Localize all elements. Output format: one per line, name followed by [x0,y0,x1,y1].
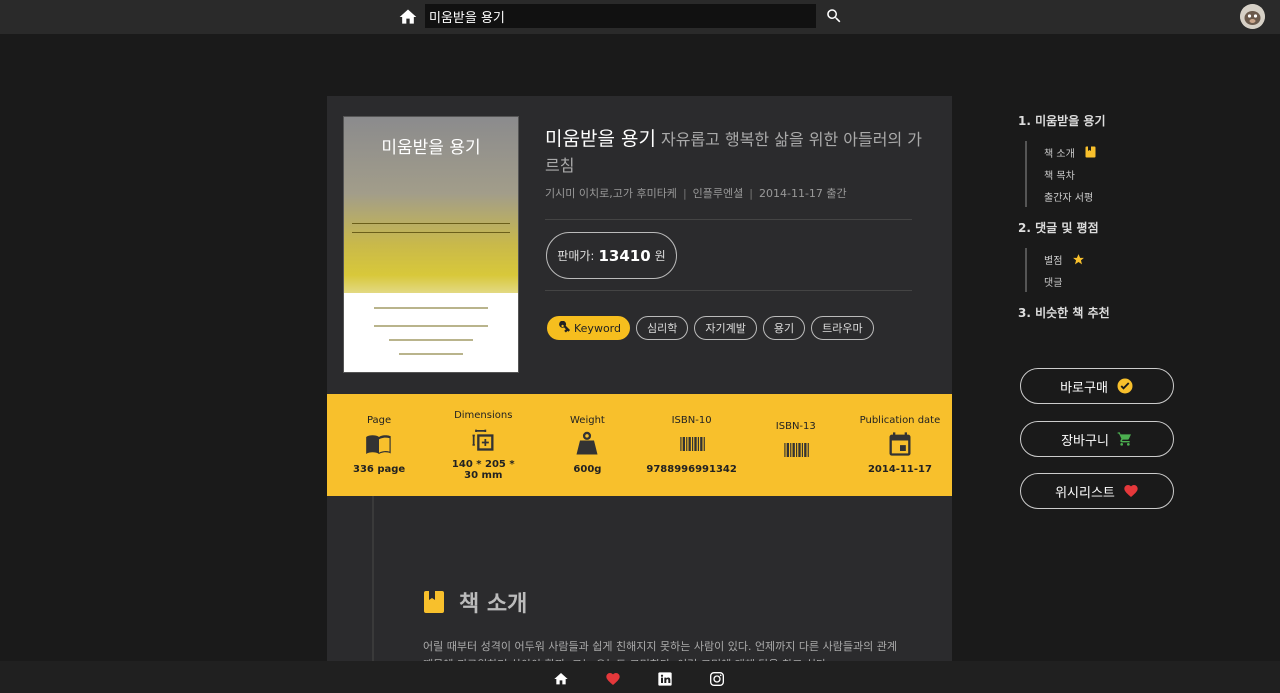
spec-value: 140 * 205 * 30 mm [451,458,515,481]
home-icon[interactable] [398,7,418,27]
price-box: 판매가: 13410 원 [546,232,677,279]
barcode-icon [784,442,809,457]
bookmark-book-icon [1085,146,1096,158]
dimensions-icon [472,429,494,451]
toc-item-comments[interactable]: 댓글 [1044,270,1218,292]
buy-now-button[interactable]: 바로구매 [1020,368,1174,404]
heart-icon [1124,485,1138,497]
book-title: 미움받을 용기 [545,128,656,150]
spec-dimensions: Dimensions 140 * 205 * 30 mm [431,394,535,496]
spec-label: Weight [570,415,605,426]
toc-item-contents[interactable]: 책 목차 [1044,163,1218,185]
separator: | [682,187,687,200]
divider [545,290,912,291]
bookmark-book-icon [424,591,444,613]
price-unit: 원 [654,249,666,263]
wishlist-button[interactable]: 위시리스트 [1020,473,1174,509]
avatar-image [1240,4,1265,29]
book-meta: 기시미 이치로,고가 후미타케 | 인플루엔셜 | 2014-11-17 출간 [545,185,935,201]
toc-list: 책 소개 책 목차 출간자 서평 [1025,141,1218,207]
search-icon[interactable] [825,7,843,25]
spec-label: Publication date [859,415,941,426]
price-label: 판매가: [557,249,595,263]
toc-item-review[interactable]: 출간자 서평 [1044,185,1218,207]
spec-label: Page [366,415,392,426]
specs-bar: Page 336 page Dimensions 140 * 205 * 30 … [327,394,952,496]
book-authors: 기시미 이치로,고가 후미타케 [545,187,677,200]
intro-title: 책 소개 [459,592,528,617]
key-icon [559,321,570,333]
intro-heading: 책 소개 [423,586,527,618]
toc-section-2[interactable]: 2. 댓글 및 평점 [1018,219,1218,236]
search-input[interactable] [425,4,816,28]
spec-weight: Weight 600g [535,394,639,496]
spec-page: Page 336 page [327,394,431,496]
spec-isbn10: ISBN-10 9788996991342 [640,394,744,496]
cover-line [374,307,488,309]
spec-value: 600g [573,464,602,475]
keyword-badge: Keyword [547,316,630,340]
star-icon [1073,253,1085,264]
instagram-icon[interactable] [709,671,725,687]
calendar-icon [889,432,911,456]
toc-item-label: 댓글 [1044,277,1063,289]
toc-list: 별점 댓글 [1025,248,1218,292]
book-cover: 미움받을 용기 [343,116,519,373]
book-open-icon [366,435,391,455]
weight-icon [576,431,598,455]
spec-pubdate: Publication date 2014-11-17 [848,394,952,496]
section-line [372,496,374,661]
toc-section-3[interactable]: 3. 비슷한 책 추천 [1018,304,1218,321]
price-value: 13410 [598,246,651,265]
cart-label: 장바구니 [1061,433,1109,449]
keyword-label: Keyword [574,321,621,335]
toc-item-rating[interactable]: 별점 [1044,248,1218,270]
spec-value: 2014-11-17 [867,464,932,475]
buy-now-label: 바로구매 [1060,380,1108,396]
avatar[interactable] [1240,4,1265,29]
wishlist-label: 위시리스트 [1055,485,1115,501]
separator: | [749,187,753,200]
heart-icon[interactable] [605,671,621,687]
book-publisher: 인플루엔셜 [692,187,744,200]
cart-icon [1117,432,1131,446]
verified-check-icon [1117,378,1133,394]
spec-label: ISBN-13 [775,420,816,432]
toc-item-label: 별점 [1044,255,1063,267]
cover-line [374,325,488,327]
cover-title: 미움받을 용기 [381,138,481,158]
cover-band [352,223,510,233]
tag-item[interactable]: 자기계발 [694,316,757,340]
book-card: 미움받을 용기 미움받을 용기 자유롭고 행복한 삶을 위한 아들러의 가르침 … [327,96,952,671]
cover-bottom [344,293,518,372]
toc-item-label: 출간자 서평 [1044,192,1094,204]
bottom-bar [0,661,1280,693]
linkedin-icon[interactable] [657,671,673,687]
toc-item-label: 책 목차 [1044,170,1075,182]
toc-item-intro[interactable]: 책 소개 [1044,141,1218,163]
divider [545,219,912,220]
cover-line [389,339,473,341]
spec-isbn13: ISBN-13 [744,394,848,496]
spec-value: 336 page [352,464,406,475]
tag-item[interactable]: 용기 [762,316,806,340]
cover-line [399,353,463,355]
table-of-contents: 1. 미움받을 용기 책 소개 책 목차 출간자 서평 2. 댓글 및 평점 별… [1018,112,1218,321]
top-bar [0,0,1280,34]
toc-item-label: 책 소개 [1044,148,1075,160]
home-icon[interactable] [553,671,569,687]
spec-label: ISBN-10 [671,415,712,426]
spec-value: 9788996991342 [646,464,737,475]
tag-item[interactable]: 심리학 [635,316,689,340]
spec-label: Dimensions [454,409,513,421]
book-date: 2014-11-17 출간 [758,187,847,200]
tag-item[interactable]: 트라우마 [811,316,874,340]
keyword-tags: Keyword 심리학 자기계발 용기 트라우마 [547,316,874,340]
toc-section-1[interactable]: 1. 미움받을 용기 [1018,112,1218,129]
cart-button[interactable]: 장바구니 [1020,421,1174,457]
title-block: 미움받을 용기 자유롭고 행복한 삶을 위한 아들러의 가르침 기시미 이치로,… [545,126,935,201]
barcode-icon [679,437,705,451]
